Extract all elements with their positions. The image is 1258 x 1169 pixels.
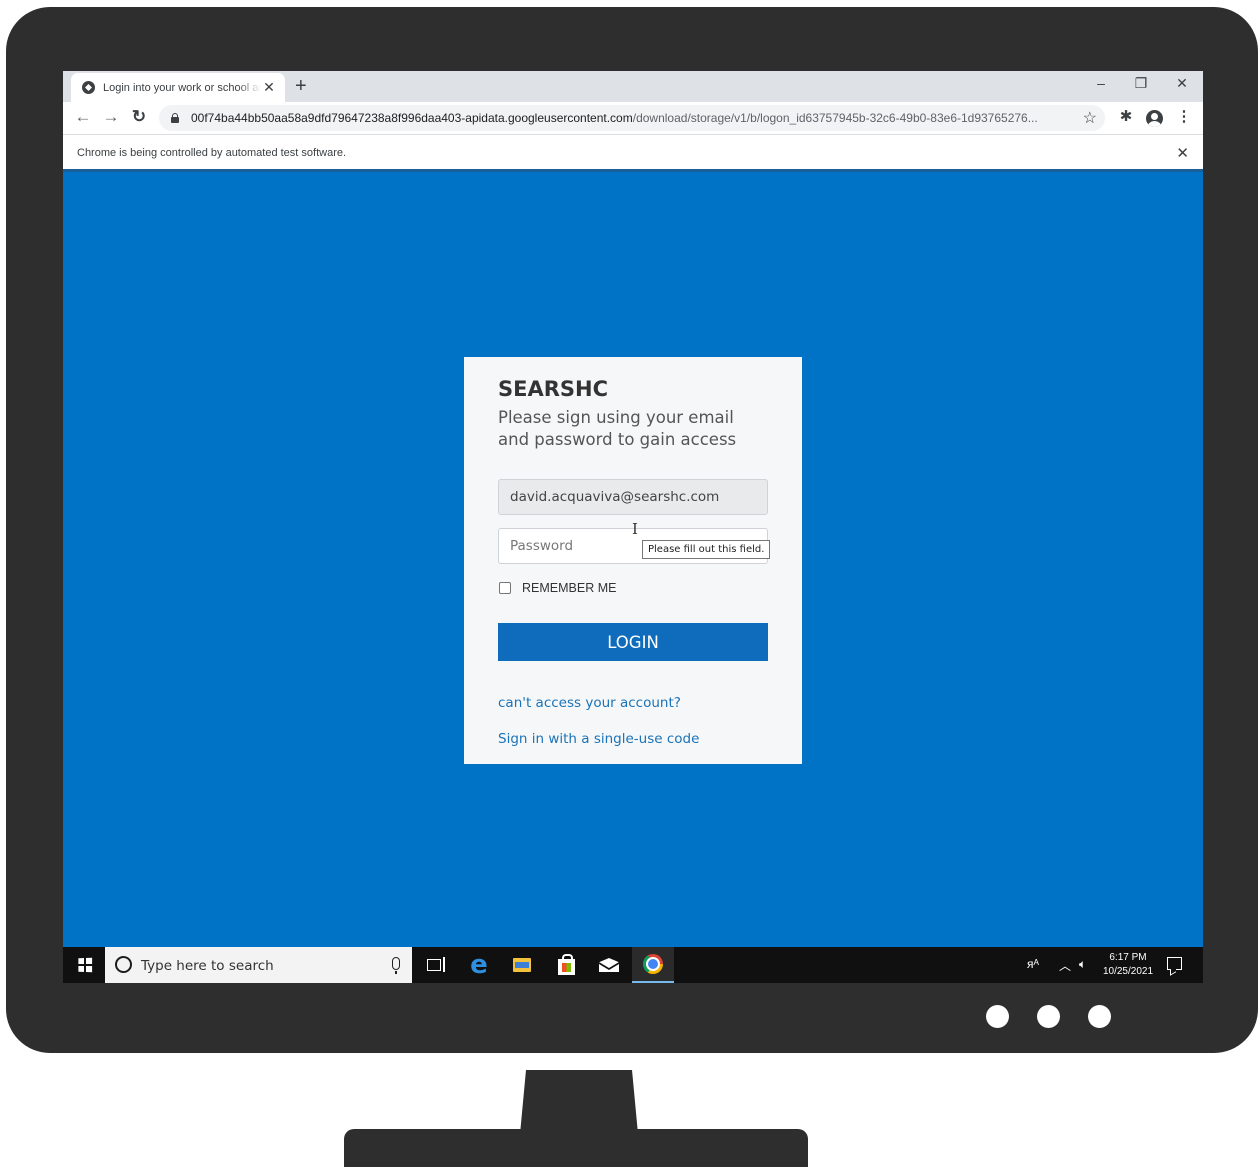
edge-button[interactable]: e <box>458 947 500 983</box>
clock-date: 10/25/2021 <box>1102 966 1154 977</box>
mail-icon <box>599 958 619 972</box>
monitor-dot <box>1037 1005 1060 1028</box>
single-use-code-link[interactable]: Sign in with a single-use code <box>498 731 699 747</box>
monitor-dot <box>986 1005 1009 1028</box>
store-button[interactable] <box>545 947 587 983</box>
volume-icon[interactable]: 🔈︎ <box>1079 957 1086 972</box>
new-tab-button[interactable]: + <box>295 75 307 97</box>
screen: Login into your work or school account ✕… <box>63 71 1203 983</box>
restore-button[interactable]: ❐ <box>1129 75 1153 92</box>
windows-taskbar: Type here to search e ᴙᴬ ︿ 🔈︎ 6:17 PM 10… <box>63 947 1203 983</box>
minimize-button[interactable]: – <box>1089 75 1113 91</box>
infobar-close-icon[interactable]: ✕ <box>1176 144 1189 162</box>
login-card: SEARSHC Please sign using your email and… <box>464 357 802 764</box>
monitor-stand-neck <box>520 1070 638 1134</box>
back-arrow-icon[interactable]: ← <box>72 107 94 127</box>
clock-time: 6:17 PM <box>1109 952 1147 963</box>
text-cursor-icon: I <box>632 520 638 538</box>
folder-icon <box>513 958 531 972</box>
mail-button[interactable] <box>588 947 630 983</box>
people-icon[interactable]: ᴙᴬ <box>1027 957 1039 971</box>
monitor-dot <box>1088 1005 1111 1028</box>
task-view-icon <box>427 957 445 972</box>
remember-me-checkbox[interactable] <box>499 582 511 594</box>
browser-tab[interactable]: Login into your work or school account ✕ <box>71 73 285 102</box>
bookmark-star-icon[interactable]: ☆ <box>1083 108 1097 128</box>
profile-avatar-icon[interactable] <box>1146 110 1163 127</box>
browser-toolbar: ← → ↻ 00f74ba44bb50aa58a9dfd79647238a8f9… <box>63 102 1203 134</box>
taskbar-search-box[interactable]: Type here to search <box>105 947 412 983</box>
url-host: 00f74ba44bb50aa58a9dfd79647238a8f996daa4… <box>191 111 633 125</box>
forward-arrow-icon[interactable]: → <box>100 107 122 127</box>
microphone-icon[interactable] <box>392 957 400 974</box>
brand-title: SEARSHC <box>498 377 609 401</box>
windows-logo-icon <box>78 957 93 973</box>
email-field[interactable] <box>498 479 768 515</box>
file-explorer-button[interactable] <box>501 947 543 983</box>
infobar-text: Chrome is being controlled by automated … <box>77 147 347 159</box>
start-button[interactable] <box>63 947 105 983</box>
remember-me-label: REMEMBER ME <box>522 581 617 595</box>
tab-close-icon[interactable]: ✕ <box>261 79 277 96</box>
edge-icon: e <box>470 950 488 980</box>
url-path: /download/storage/v1/b/logon_id63757945b… <box>632 111 1038 125</box>
login-subtitle: Please sign using your email and passwor… <box>498 408 737 449</box>
task-view-button[interactable] <box>413 947 455 983</box>
taskbar-search-placeholder: Type here to search <box>141 958 274 974</box>
cant-access-account-link[interactable]: can't access your account? <box>498 695 681 711</box>
remember-me-row[interactable]: REMEMBER ME <box>498 581 616 595</box>
chevron-up-icon[interactable]: ︿ <box>1059 957 1071 974</box>
taskbar-clock[interactable]: 6:17 PM 10/25/2021 <box>1098 951 1158 979</box>
address-bar[interactable]: 00f74ba44bb50aa58a9dfd79647238a8f996daa4… <box>159 105 1105 131</box>
menu-kebab-icon[interactable]: ⋮ <box>1173 107 1195 125</box>
reload-icon[interactable]: ↻ <box>128 107 150 127</box>
automation-infobar: Chrome is being controlled by automated … <box>63 134 1203 172</box>
monitor-stand-base <box>344 1129 808 1167</box>
chrome-button[interactable] <box>632 947 674 983</box>
cortana-icon <box>115 956 132 973</box>
url-text: 00f74ba44bb50aa58a9dfd79647238a8f996daa4… <box>191 111 1038 125</box>
validation-tooltip: Please fill out this field. <box>642 540 771 559</box>
store-bag-icon <box>557 953 575 975</box>
notification-icon[interactable] <box>1167 957 1182 970</box>
window-close-button[interactable]: ✕ <box>1170 75 1194 92</box>
globe-icon <box>82 81 95 94</box>
browser-tabstrip: Login into your work or school account ✕… <box>63 71 1203 102</box>
chrome-icon <box>643 954 663 974</box>
tab-title: Login into your work or school account <box>103 81 261 94</box>
lock-icon <box>171 113 179 123</box>
extensions-puzzle-icon[interactable]: ✱ <box>1115 107 1137 125</box>
login-button[interactable]: LOGIN <box>498 623 768 661</box>
